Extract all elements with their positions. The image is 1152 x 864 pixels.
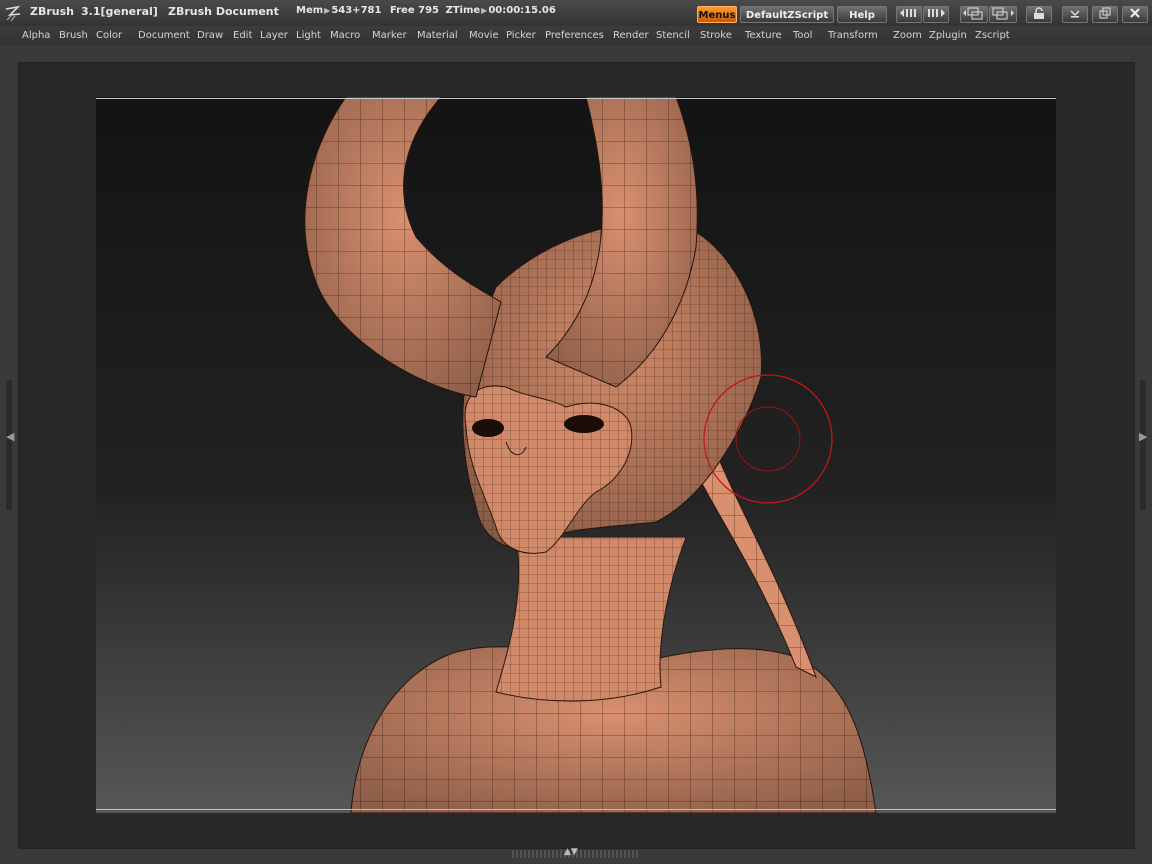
- eye-socket-left: [472, 419, 504, 437]
- restore-icon: [1099, 7, 1111, 19]
- minimize-icon: [1070, 10, 1080, 18]
- menu-light[interactable]: Light: [296, 30, 321, 41]
- ztime-value: 00:00:15.06: [488, 5, 556, 16]
- document-canvas[interactable]: [96, 97, 1056, 813]
- canvas-top-border: [96, 98, 1056, 99]
- layout-icon: [992, 7, 1014, 20]
- menu-picker[interactable]: Picker: [506, 30, 536, 41]
- default-zscript-button[interactable]: DefaultZScript: [740, 6, 834, 23]
- menu-brush[interactable]: Brush: [59, 30, 88, 41]
- menu-layer[interactable]: Layer: [260, 30, 288, 41]
- expand-bottom-tray-icon[interactable]: ▲▼: [564, 847, 578, 857]
- restore-button[interactable]: [1092, 6, 1118, 23]
- sculpt-model: [304, 97, 877, 813]
- arrow-right-icon: ▶: [324, 6, 331, 15]
- eye-socket-right: [564, 415, 604, 433]
- menu-alpha[interactable]: Alpha: [22, 30, 50, 41]
- tray-left-toggle-button[interactable]: [896, 6, 922, 23]
- menu-marker[interactable]: Marker: [372, 30, 407, 41]
- menu-zoom[interactable]: Zoom: [893, 30, 922, 41]
- expand-left-tray-icon[interactable]: ◀: [6, 430, 14, 443]
- menu-texture[interactable]: Texture: [745, 30, 782, 41]
- main-menu-bar: Alpha Brush Color Document Draw Edit Lay…: [0, 26, 1152, 46]
- layout-icon: [963, 7, 983, 20]
- menu-material[interactable]: Material: [417, 30, 458, 41]
- menu-draw[interactable]: Draw: [197, 30, 223, 41]
- arrow-right-icon: ▶: [481, 6, 488, 15]
- menu-document[interactable]: Document: [138, 30, 190, 41]
- menu-preferences[interactable]: Preferences: [545, 30, 604, 41]
- free-value: 795: [418, 5, 439, 16]
- menu-stencil[interactable]: Stencil: [656, 30, 690, 41]
- menu-zscript[interactable]: Zscript: [975, 30, 1010, 41]
- menu-transform[interactable]: Transform: [828, 30, 878, 41]
- expand-right-tray-icon[interactable]: ▶: [1139, 430, 1147, 443]
- status-readout: Mem▶543+781 Free 795 ZTime▶00:00:15.06: [296, 5, 556, 16]
- tray-right-toggle-button[interactable]: [923, 6, 949, 23]
- menus-button[interactable]: Menus: [697, 6, 737, 23]
- tray-toggle-icon: [900, 9, 916, 17]
- close-icon: [1130, 8, 1140, 18]
- zbrush-logo-icon: [5, 5, 21, 22]
- menu-render[interactable]: Render: [613, 30, 649, 41]
- minimize-button[interactable]: [1062, 6, 1088, 23]
- lock-icon: [1034, 7, 1044, 19]
- ztime-label: ZTime: [445, 5, 481, 16]
- free-label: Free: [389, 5, 415, 16]
- menu-color[interactable]: Color: [96, 30, 122, 41]
- close-button[interactable]: [1122, 6, 1148, 23]
- menu-edit[interactable]: Edit: [233, 30, 252, 41]
- menu-macro[interactable]: Macro: [330, 30, 360, 41]
- document-name: ZBrush Document: [168, 5, 279, 18]
- help-button[interactable]: Help: [837, 6, 887, 23]
- menu-stroke[interactable]: Stroke: [700, 30, 732, 41]
- menu-movie[interactable]: Movie: [469, 30, 499, 41]
- tray-toggle-icon: [928, 9, 945, 17]
- neck-mesh: [495, 536, 687, 702]
- menu-tool[interactable]: Tool: [793, 30, 812, 41]
- app-version: 3.1[general]: [81, 5, 158, 18]
- menu-zplugin[interactable]: Zplugin: [929, 30, 967, 41]
- lock-button[interactable]: [1026, 6, 1052, 23]
- app-name: ZBrush: [30, 5, 74, 18]
- layout-left-button[interactable]: [960, 6, 988, 23]
- right-tray-grip[interactable]: [1140, 380, 1146, 510]
- mem-label: Mem: [296, 5, 324, 16]
- mem-value: 543+781: [331, 5, 382, 16]
- brush-cursor-inner-ring: [735, 406, 801, 472]
- title-bar: ZBrush 3.1[general] ZBrush Document Mem▶…: [0, 0, 1152, 26]
- layout-right-button[interactable]: [989, 6, 1017, 23]
- canvas-bottom-border: [96, 809, 1056, 810]
- left-tray-grip[interactable]: [6, 380, 12, 510]
